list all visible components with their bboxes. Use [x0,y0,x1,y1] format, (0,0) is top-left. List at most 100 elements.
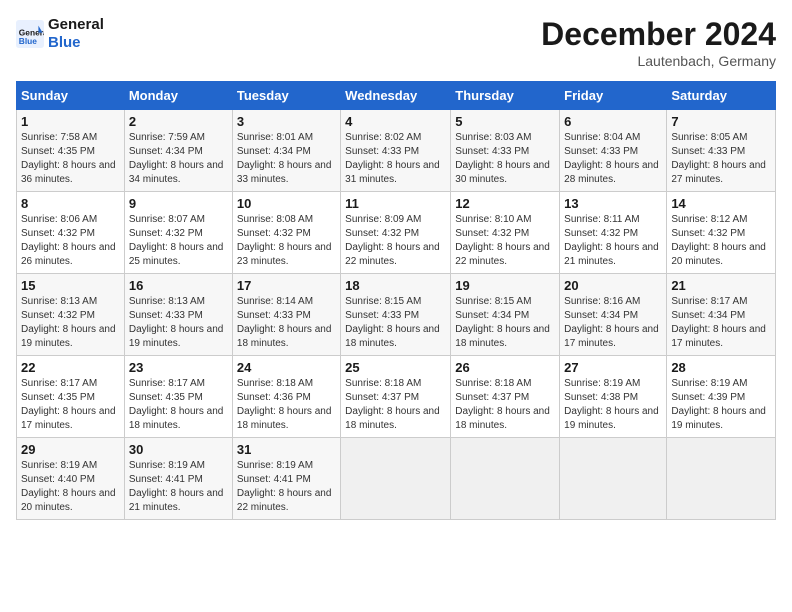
day-info: Sunrise: 8:18 AM Sunset: 4:36 PM Dayligh… [237,377,336,433]
day-cell-11: 11 Sunrise: 8:09 AM Sunset: 4:32 PM Dayl… [341,192,451,274]
day-cell-5: 5 Sunrise: 8:03 AM Sunset: 4:33 PM Dayli… [451,110,560,192]
day-cell-27: 27 Sunrise: 8:19 AM Sunset: 4:38 PM Dayl… [560,356,667,438]
day-info: Sunrise: 8:06 AM Sunset: 4:32 PM Dayligh… [21,213,120,269]
location: Lautenbach, Germany [541,53,776,69]
day-cell-10: 10 Sunrise: 8:08 AM Sunset: 4:32 PM Dayl… [232,192,340,274]
weekday-header-thursday: Thursday [451,82,560,110]
day-number: 7 [671,114,771,129]
day-info: Sunrise: 8:18 AM Sunset: 4:37 PM Dayligh… [455,377,555,433]
day-cell-20: 20 Sunrise: 8:16 AM Sunset: 4:34 PM Dayl… [560,274,667,356]
day-info: Sunrise: 8:15 AM Sunset: 4:33 PM Dayligh… [345,295,446,351]
day-number: 27 [564,360,662,375]
weekday-header-wednesday: Wednesday [341,82,451,110]
day-info: Sunrise: 8:11 AM Sunset: 4:32 PM Dayligh… [564,213,662,269]
day-number: 24 [237,360,336,375]
day-info: Sunrise: 7:58 AM Sunset: 4:35 PM Dayligh… [21,131,120,187]
day-cell-21: 21 Sunrise: 8:17 AM Sunset: 4:34 PM Dayl… [667,274,776,356]
day-cell-31: 31 Sunrise: 8:19 AM Sunset: 4:41 PM Dayl… [232,438,340,520]
day-number: 19 [455,278,555,293]
day-info: Sunrise: 8:19 AM Sunset: 4:41 PM Dayligh… [129,459,228,515]
day-info: Sunrise: 8:02 AM Sunset: 4:33 PM Dayligh… [345,131,446,187]
logo: General Blue General Blue [16,16,104,52]
day-info: Sunrise: 8:17 AM Sunset: 4:34 PM Dayligh… [671,295,771,351]
day-info: Sunrise: 8:19 AM Sunset: 4:39 PM Dayligh… [671,377,771,433]
day-number: 8 [21,196,120,211]
day-number: 13 [564,196,662,211]
weekday-header-tuesday: Tuesday [232,82,340,110]
weekday-header-saturday: Saturday [667,82,776,110]
day-number: 25 [345,360,446,375]
day-info: Sunrise: 8:08 AM Sunset: 4:32 PM Dayligh… [237,213,336,269]
day-cell-19: 19 Sunrise: 8:15 AM Sunset: 4:34 PM Dayl… [451,274,560,356]
day-cell-3: 3 Sunrise: 8:01 AM Sunset: 4:34 PM Dayli… [232,110,340,192]
day-info: Sunrise: 8:04 AM Sunset: 4:33 PM Dayligh… [564,131,662,187]
week-row-2: 8 Sunrise: 8:06 AM Sunset: 4:32 PM Dayli… [17,192,776,274]
week-row-4: 22 Sunrise: 8:17 AM Sunset: 4:35 PM Dayl… [17,356,776,438]
day-cell-2: 2 Sunrise: 7:59 AM Sunset: 4:34 PM Dayli… [124,110,232,192]
day-number: 1 [21,114,120,129]
day-number: 3 [237,114,336,129]
day-info: Sunrise: 8:19 AM Sunset: 4:41 PM Dayligh… [237,459,336,515]
day-info: Sunrise: 8:15 AM Sunset: 4:34 PM Dayligh… [455,295,555,351]
day-number: 16 [129,278,228,293]
day-number: 28 [671,360,771,375]
day-info: Sunrise: 8:13 AM Sunset: 4:32 PM Dayligh… [21,295,120,351]
week-row-1: 1 Sunrise: 7:58 AM Sunset: 4:35 PM Dayli… [17,110,776,192]
day-cell-26: 26 Sunrise: 8:18 AM Sunset: 4:37 PM Dayl… [451,356,560,438]
day-number: 26 [455,360,555,375]
day-info: Sunrise: 8:17 AM Sunset: 4:35 PM Dayligh… [21,377,120,433]
weekday-header-friday: Friday [560,82,667,110]
day-cell-15: 15 Sunrise: 8:13 AM Sunset: 4:32 PM Dayl… [17,274,125,356]
day-number: 21 [671,278,771,293]
day-cell-1: 1 Sunrise: 7:58 AM Sunset: 4:35 PM Dayli… [17,110,125,192]
calendar-table: SundayMondayTuesdayWednesdayThursdayFrid… [16,81,776,520]
day-info: Sunrise: 8:16 AM Sunset: 4:34 PM Dayligh… [564,295,662,351]
day-info: Sunrise: 8:09 AM Sunset: 4:32 PM Dayligh… [345,213,446,269]
day-info: Sunrise: 8:12 AM Sunset: 4:32 PM Dayligh… [671,213,771,269]
day-cell-9: 9 Sunrise: 8:07 AM Sunset: 4:32 PM Dayli… [124,192,232,274]
logo-general: General [48,16,104,34]
day-info: Sunrise: 8:14 AM Sunset: 4:33 PM Dayligh… [237,295,336,351]
day-info: Sunrise: 8:19 AM Sunset: 4:40 PM Dayligh… [21,459,120,515]
day-number: 22 [21,360,120,375]
empty-cell [667,438,776,520]
day-info: Sunrise: 8:01 AM Sunset: 4:34 PM Dayligh… [237,131,336,187]
day-info: Sunrise: 8:19 AM Sunset: 4:38 PM Dayligh… [564,377,662,433]
day-number: 12 [455,196,555,211]
weekday-header-monday: Monday [124,82,232,110]
logo-icon: General Blue [16,20,44,48]
week-row-5: 29 Sunrise: 8:19 AM Sunset: 4:40 PM Dayl… [17,438,776,520]
empty-cell [341,438,451,520]
day-cell-29: 29 Sunrise: 8:19 AM Sunset: 4:40 PM Dayl… [17,438,125,520]
day-number: 14 [671,196,771,211]
day-number: 4 [345,114,446,129]
svg-text:Blue: Blue [19,36,37,46]
day-cell-16: 16 Sunrise: 8:13 AM Sunset: 4:33 PM Dayl… [124,274,232,356]
day-info: Sunrise: 8:10 AM Sunset: 4:32 PM Dayligh… [455,213,555,269]
weekday-header-row: SundayMondayTuesdayWednesdayThursdayFrid… [17,82,776,110]
day-info: Sunrise: 8:03 AM Sunset: 4:33 PM Dayligh… [455,131,555,187]
day-number: 6 [564,114,662,129]
page-header: General Blue General Blue December 2024 … [16,16,776,69]
day-cell-17: 17 Sunrise: 8:14 AM Sunset: 4:33 PM Dayl… [232,274,340,356]
month-title: December 2024 [541,16,776,53]
day-cell-18: 18 Sunrise: 8:15 AM Sunset: 4:33 PM Dayl… [341,274,451,356]
day-cell-6: 6 Sunrise: 8:04 AM Sunset: 4:33 PM Dayli… [560,110,667,192]
day-number: 5 [455,114,555,129]
day-number: 15 [21,278,120,293]
day-cell-28: 28 Sunrise: 8:19 AM Sunset: 4:39 PM Dayl… [667,356,776,438]
day-info: Sunrise: 8:13 AM Sunset: 4:33 PM Dayligh… [129,295,228,351]
day-number: 20 [564,278,662,293]
day-number: 29 [21,442,120,457]
empty-cell [560,438,667,520]
day-cell-12: 12 Sunrise: 8:10 AM Sunset: 4:32 PM Dayl… [451,192,560,274]
day-cell-23: 23 Sunrise: 8:17 AM Sunset: 4:35 PM Dayl… [124,356,232,438]
day-info: Sunrise: 7:59 AM Sunset: 4:34 PM Dayligh… [129,131,228,187]
day-cell-24: 24 Sunrise: 8:18 AM Sunset: 4:36 PM Dayl… [232,356,340,438]
day-info: Sunrise: 8:05 AM Sunset: 4:33 PM Dayligh… [671,131,771,187]
day-number: 10 [237,196,336,211]
day-number: 9 [129,196,228,211]
day-number: 23 [129,360,228,375]
day-number: 2 [129,114,228,129]
empty-cell [451,438,560,520]
